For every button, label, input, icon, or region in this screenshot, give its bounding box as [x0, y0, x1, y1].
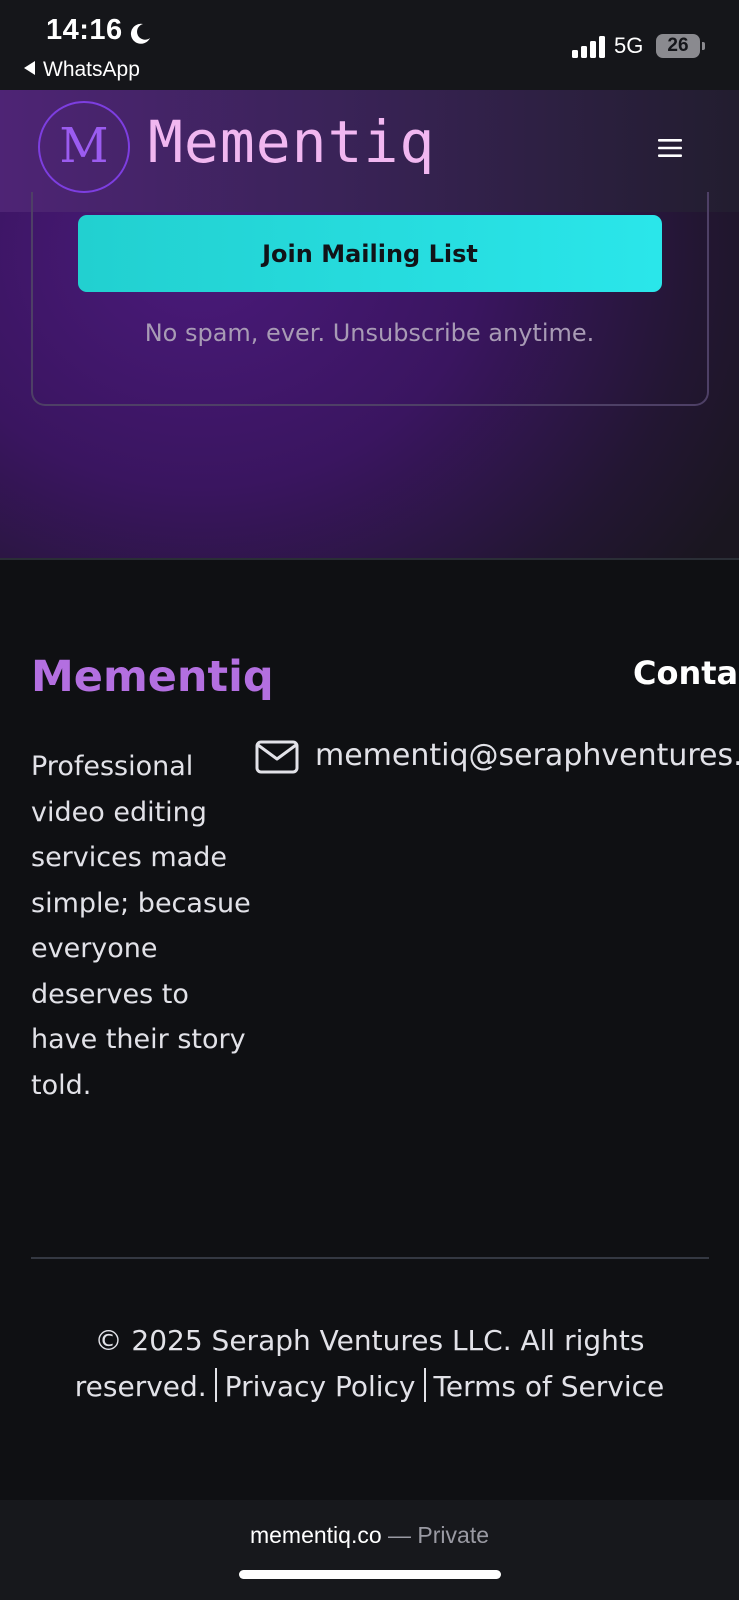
join-mailing-list-button[interactable]: Join Mailing List: [78, 215, 662, 292]
private-mode-label: — Private: [388, 1522, 490, 1548]
footer-brand: Mementiq: [31, 652, 274, 702]
contact-email-link[interactable]: mementiq@seraphventures.net: [315, 738, 739, 773]
logo-icon[interactable]: M: [38, 101, 130, 193]
terms-of-service-link[interactable]: Terms of Service: [434, 1370, 665, 1403]
signal-icon: [572, 36, 605, 58]
moon-icon: [130, 23, 150, 44]
page: 14:16 WhatsApp 5G 26 M Mementiq Join Mai…: [0, 0, 739, 1600]
network-label: 5G: [614, 33, 644, 58]
back-arrow-icon: [24, 61, 35, 75]
battery-icon: 26: [656, 34, 700, 58]
home-indicator[interactable]: [239, 1570, 501, 1579]
battery-tip: [702, 42, 705, 50]
back-to-app-link[interactable]: WhatsApp: [24, 58, 140, 82]
contact-heading: Contact: [633, 654, 739, 692]
address-bar[interactable]: mementiq.co — Private: [0, 1522, 739, 1549]
status-time: 14:16: [46, 14, 123, 46]
separator: [214, 1368, 217, 1402]
hamburger-menu-icon[interactable]: [658, 138, 682, 158]
section-divider: [0, 558, 739, 560]
url-label: mementiq.co: [249, 1522, 382, 1548]
brand-name[interactable]: Mementiq: [148, 108, 435, 176]
battery-level: 26: [667, 35, 689, 56]
privacy-policy-link[interactable]: Privacy Policy: [225, 1370, 416, 1403]
footer-description: Professional video editing services made…: [31, 751, 251, 1101]
mailing-section: Join Mailing List No spam, ever. Unsubsc…: [0, 192, 739, 558]
browser-bottom-bar: mementiq.co — Private: [0, 1500, 739, 1600]
status-bar: 14:16 WhatsApp 5G 26: [0, 0, 739, 90]
copyright-block: © 2025 Seraph Ventures LLC. All rights r…: [40, 1318, 699, 1410]
back-app-label: WhatsApp: [43, 58, 140, 81]
mail-icon: [255, 740, 299, 774]
separator: [423, 1368, 426, 1402]
spam-note: No spam, ever. Unsubscribe anytime.: [144, 319, 595, 347]
footer-divider: [31, 1257, 709, 1259]
